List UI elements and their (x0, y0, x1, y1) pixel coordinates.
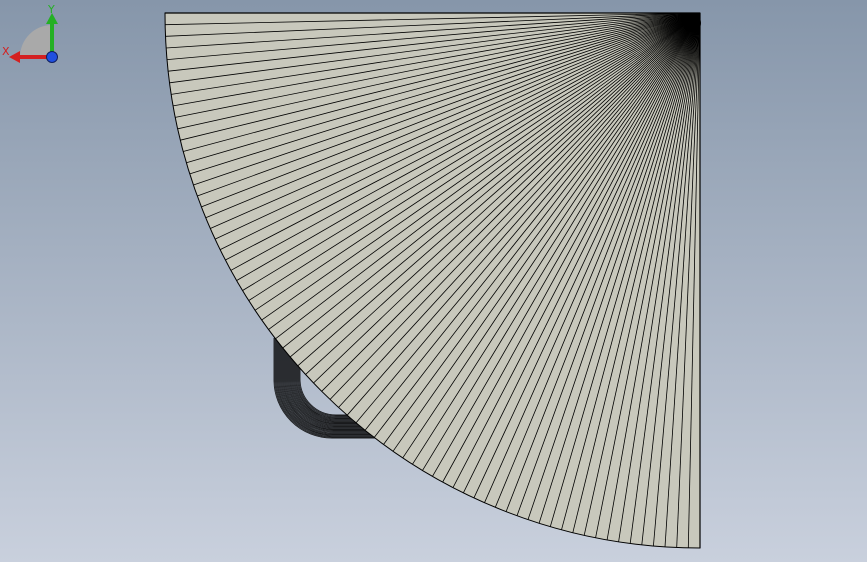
axis-triad: Y X (2, 3, 58, 63)
graphics-viewport[interactable]: Y X (0, 0, 867, 562)
y-axis-label: Y (47, 3, 55, 16)
model-scene[interactable] (0, 0, 867, 562)
z-axis-dot-icon (46, 51, 58, 63)
x-axis-label: X (2, 45, 10, 58)
fan-apex-cluster (683, 14, 701, 32)
x-axis-arrowhead-icon (9, 51, 20, 63)
triad-origin-sector-icon (20, 25, 52, 57)
